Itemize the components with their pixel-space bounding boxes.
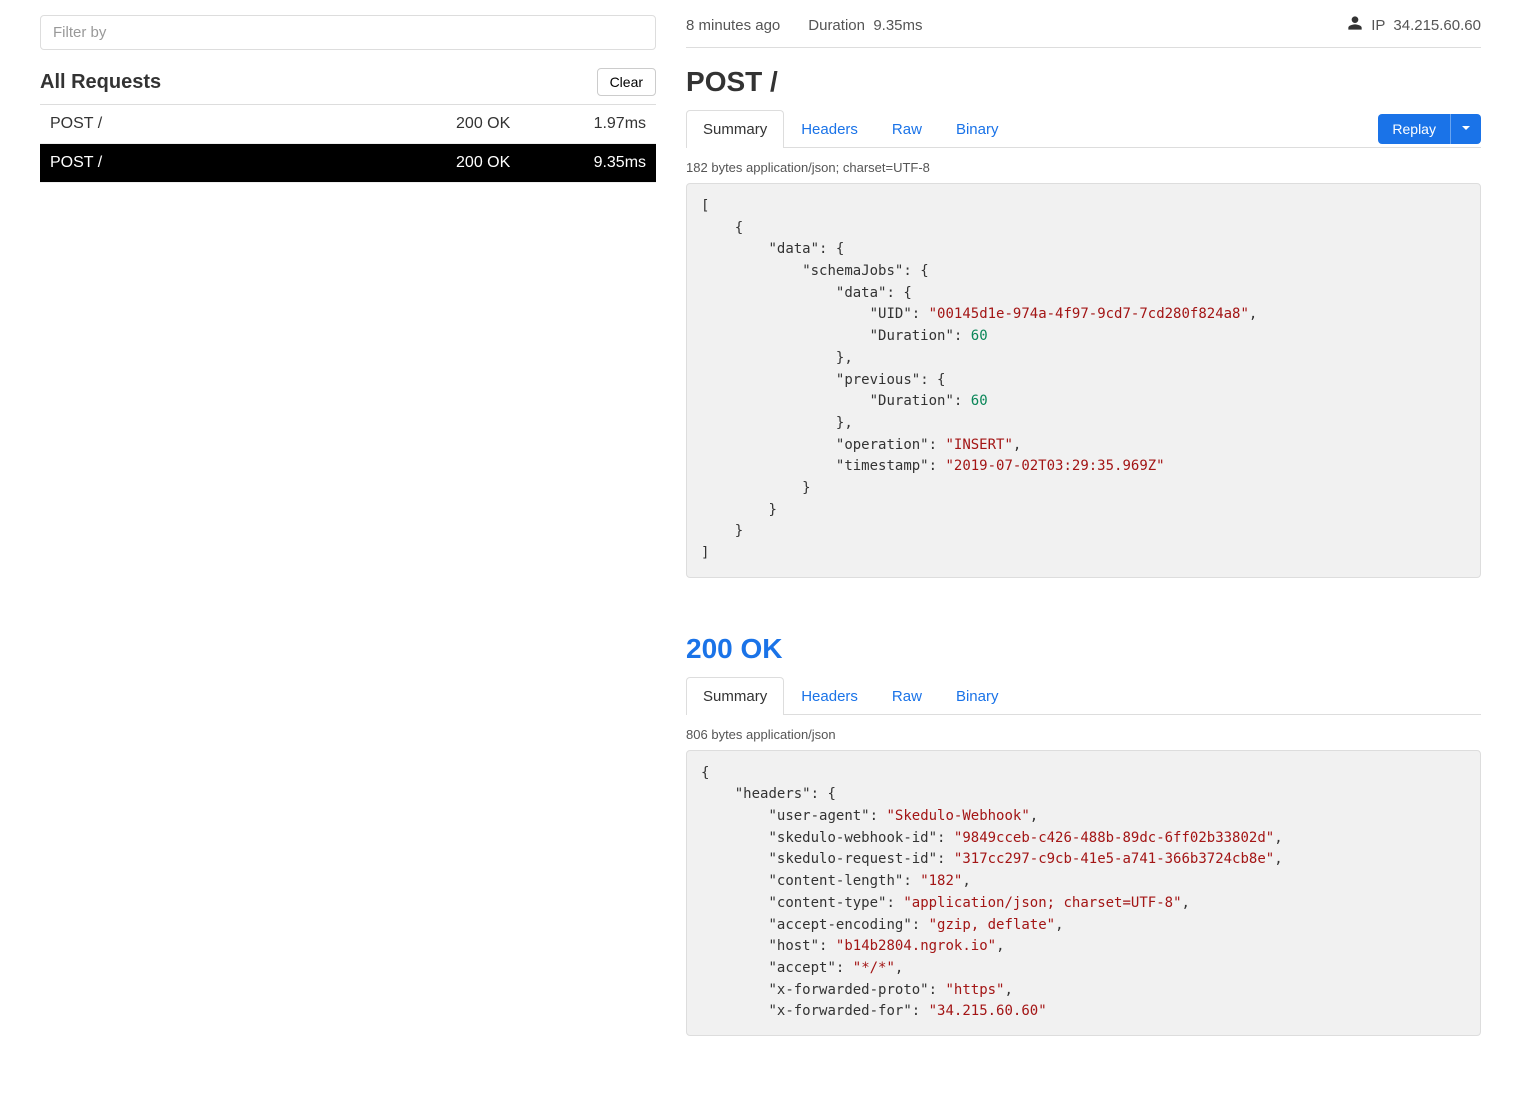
request-row[interactable]: POST /200 OK1.97ms [40, 105, 656, 144]
request-status: 200 OK [456, 115, 566, 133]
response-body: { "headers": { "user-agent": "Skedulo-We… [686, 750, 1481, 1036]
replay-button[interactable]: Replay [1378, 114, 1450, 144]
tab-raw[interactable]: Raw [875, 110, 939, 148]
tab-binary[interactable]: Binary [939, 110, 1016, 148]
tab-headers[interactable]: Headers [784, 110, 875, 148]
tab-raw[interactable]: Raw [875, 677, 939, 715]
request-method: POST / [50, 115, 456, 133]
request-row[interactable]: POST /200 OK9.35ms [40, 144, 656, 183]
request-body: [ { "data": { "schemaJobs": { "data": { … [686, 183, 1481, 578]
filter-input[interactable] [40, 15, 656, 50]
replay-dropdown[interactable] [1450, 114, 1481, 144]
request-method: POST / [50, 154, 456, 172]
ip-label: IP [1371, 17, 1385, 34]
chevron-down-icon [1461, 121, 1471, 136]
response-content-info: 806 bytes application/json [686, 727, 1481, 742]
response-tabs: Summary Headers Raw Binary [686, 677, 1015, 714]
request-time: 1.97ms [566, 115, 646, 133]
all-requests-heading: All Requests [40, 71, 161, 94]
request-meta: 8 minutes ago Duration 9.35ms IP 34.215.… [686, 15, 1481, 48]
request-age: 8 minutes ago [686, 17, 780, 34]
request-time: 9.35ms [566, 154, 646, 172]
request-content-info: 182 bytes application/json; charset=UTF-… [686, 160, 1481, 175]
clear-button[interactable]: Clear [597, 68, 656, 96]
response-title: 200 OK [686, 633, 1481, 665]
request-title: POST / [686, 66, 1481, 98]
tab-binary[interactable]: Binary [939, 677, 1016, 715]
request-duration: Duration 9.35ms [808, 17, 922, 34]
tab-headers[interactable]: Headers [784, 677, 875, 715]
tab-summary[interactable]: Summary [686, 677, 784, 715]
tab-summary[interactable]: Summary [686, 110, 784, 148]
ip-value: 34.215.60.60 [1393, 17, 1481, 34]
request-tabs: Summary Headers Raw Binary [686, 110, 1015, 147]
request-status: 200 OK [456, 154, 566, 172]
user-icon [1347, 15, 1363, 35]
